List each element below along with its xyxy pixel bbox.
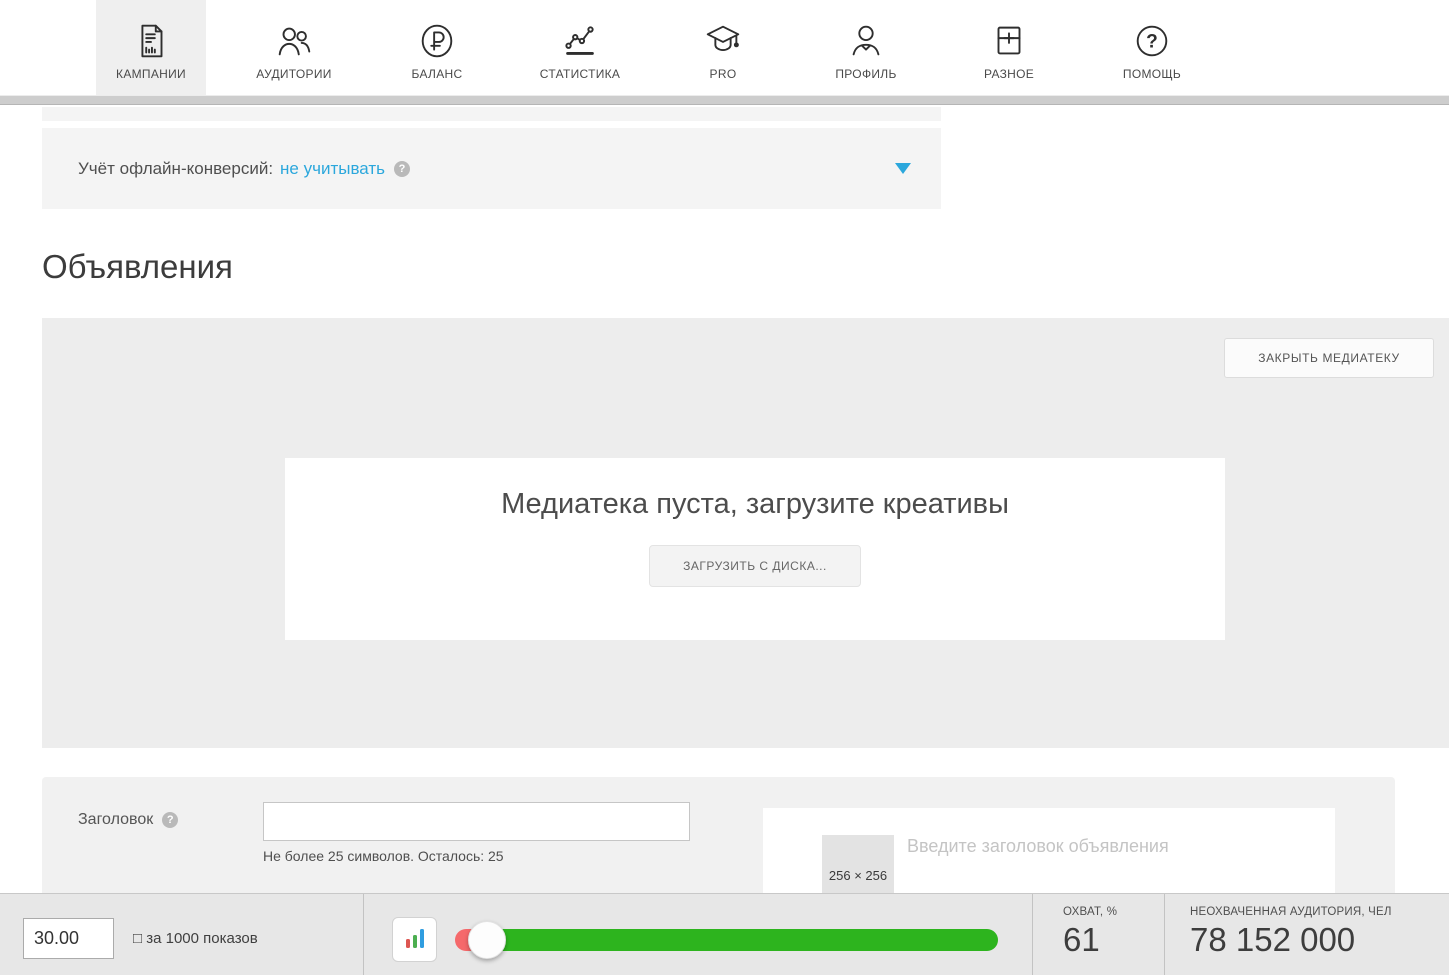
nav-item-statistics[interactable]: СТАТИСТИКА	[525, 0, 635, 95]
page: КАМПАНИИ АУДИТОРИИ БАЛАНС	[0, 0, 1449, 975]
nav-item-audiences[interactable]: АУДИТОРИИ	[239, 0, 349, 95]
offline-conversions-label: Учёт офлайн-конверсий:	[78, 159, 273, 179]
nav-item-campaigns[interactable]: КАМПАНИИ	[96, 0, 206, 95]
reach-stat: ОХВАТ, % 61	[1063, 906, 1117, 959]
slider-handle[interactable]	[468, 921, 506, 959]
unreached-audience-stat: НЕОХВАЧЕННАЯ АУДИТОРИЯ, ЧЕЛ 78 152 000	[1190, 906, 1392, 959]
audiences-icon	[273, 14, 315, 62]
close-media-library-button[interactable]: ЗАКРЫТЬ МЕДИАТЕКУ	[1224, 338, 1434, 378]
title-field-label-wrap: Заголовок ?	[78, 811, 178, 829]
media-library-empty-card: Медиатека пуста, загрузите креативы ЗАГР…	[285, 458, 1225, 640]
ad-image-size-label: 256 × 256	[822, 868, 894, 883]
nav-item-misc[interactable]: РАЗНОЕ	[954, 0, 1064, 95]
nav-label: РАЗНОЕ	[984, 67, 1034, 81]
footer-divider	[1032, 894, 1033, 975]
coverage-chart-button[interactable]	[392, 917, 437, 962]
footer-divider	[1164, 894, 1165, 975]
nav-item-balance[interactable]: БАЛАНС	[382, 0, 492, 95]
slider-track[interactable]	[455, 929, 998, 951]
chevron-down-icon[interactable]	[895, 163, 911, 174]
media-library-empty-message: Медиатека пуста, загрузите креативы	[285, 458, 1225, 521]
offline-conversions-value-link[interactable]: не учитывать	[280, 159, 385, 179]
slider-segment-green	[499, 929, 998, 951]
reach-label: ОХВАТ, %	[1063, 906, 1117, 918]
nav-item-pro[interactable]: PRO	[668, 0, 778, 95]
bid-price-unit: □ за 1000 показов	[133, 930, 258, 947]
top-nav: КАМПАНИИ АУДИТОРИИ БАЛАНС	[0, 0, 1449, 96]
bid-price-unit-label: за 1000 показов	[146, 930, 257, 947]
ad-form-panel: Заголовок ? Не более 25 символов. Остало…	[42, 777, 1395, 893]
bid-price-input[interactable]	[23, 918, 114, 959]
misc-icon	[988, 14, 1030, 62]
balance-icon	[416, 14, 458, 62]
ad-title-input[interactable]	[263, 802, 690, 841]
bar-chart-icon	[401, 924, 429, 955]
profile-icon	[845, 14, 887, 62]
ad-title-preview-placeholder: Введите заголовок объявления	[907, 836, 1169, 857]
offline-conversions-panel: Учёт офлайн-конверсий: не учитывать ?	[42, 128, 941, 209]
upload-from-disk-button[interactable]: ЗАГРУЗИТЬ С ДИСКА...	[649, 545, 861, 587]
media-library-panel: ЗАКРЫТЬ МЕДИАТЕКУ Медиатека пуста, загру…	[42, 318, 1449, 748]
campaigns-icon	[130, 14, 172, 62]
ad-image-placeholder: 256 × 256	[822, 835, 894, 893]
bid-reach-slider[interactable]	[455, 929, 998, 951]
reach-value: 61	[1063, 921, 1117, 959]
nav-label: PRO	[710, 67, 737, 81]
nav-label: СТАТИСТИКА	[540, 67, 620, 81]
nav-label: ПОМОЩЬ	[1123, 67, 1181, 81]
page-title: Объявления	[42, 248, 233, 286]
question-icon[interactable]: ?	[394, 161, 410, 177]
footer-divider	[363, 894, 364, 975]
help-icon: ?	[1131, 14, 1173, 62]
nav-label: ПРОФИЛЬ	[835, 67, 896, 81]
ad-preview-card: 256 × 256 Введите заголовок объявления	[763, 808, 1335, 893]
title-field-label: Заголовок	[78, 811, 153, 829]
nav-item-profile[interactable]: ПРОФИЛЬ	[811, 0, 921, 95]
nav-label: КАМПАНИИ	[116, 67, 186, 81]
unreached-audience-label: НЕОХВАЧЕННАЯ АУДИТОРИЯ, ЧЕЛ	[1190, 906, 1392, 918]
currency-tofu-glyph: □	[133, 930, 142, 947]
question-icon[interactable]: ?	[162, 812, 178, 828]
svg-text:?: ?	[1146, 32, 1158, 53]
char-counter-hint: Не более 25 символов. Осталось: 25	[263, 848, 504, 864]
previous-panel-edge	[42, 107, 941, 121]
horizontal-scrollbar[interactable]	[0, 96, 1449, 105]
nav-label: АУДИТОРИИ	[256, 67, 331, 81]
nav-item-help[interactable]: ? ПОМОЩЬ	[1097, 0, 1207, 95]
statistics-icon	[559, 14, 601, 62]
bid-footer-bar: □ за 1000 показов ОХВАТ, %	[0, 893, 1449, 975]
pro-icon	[702, 14, 744, 62]
unreached-audience-value: 78 152 000	[1190, 921, 1392, 959]
nav-label: БАЛАНС	[412, 67, 463, 81]
